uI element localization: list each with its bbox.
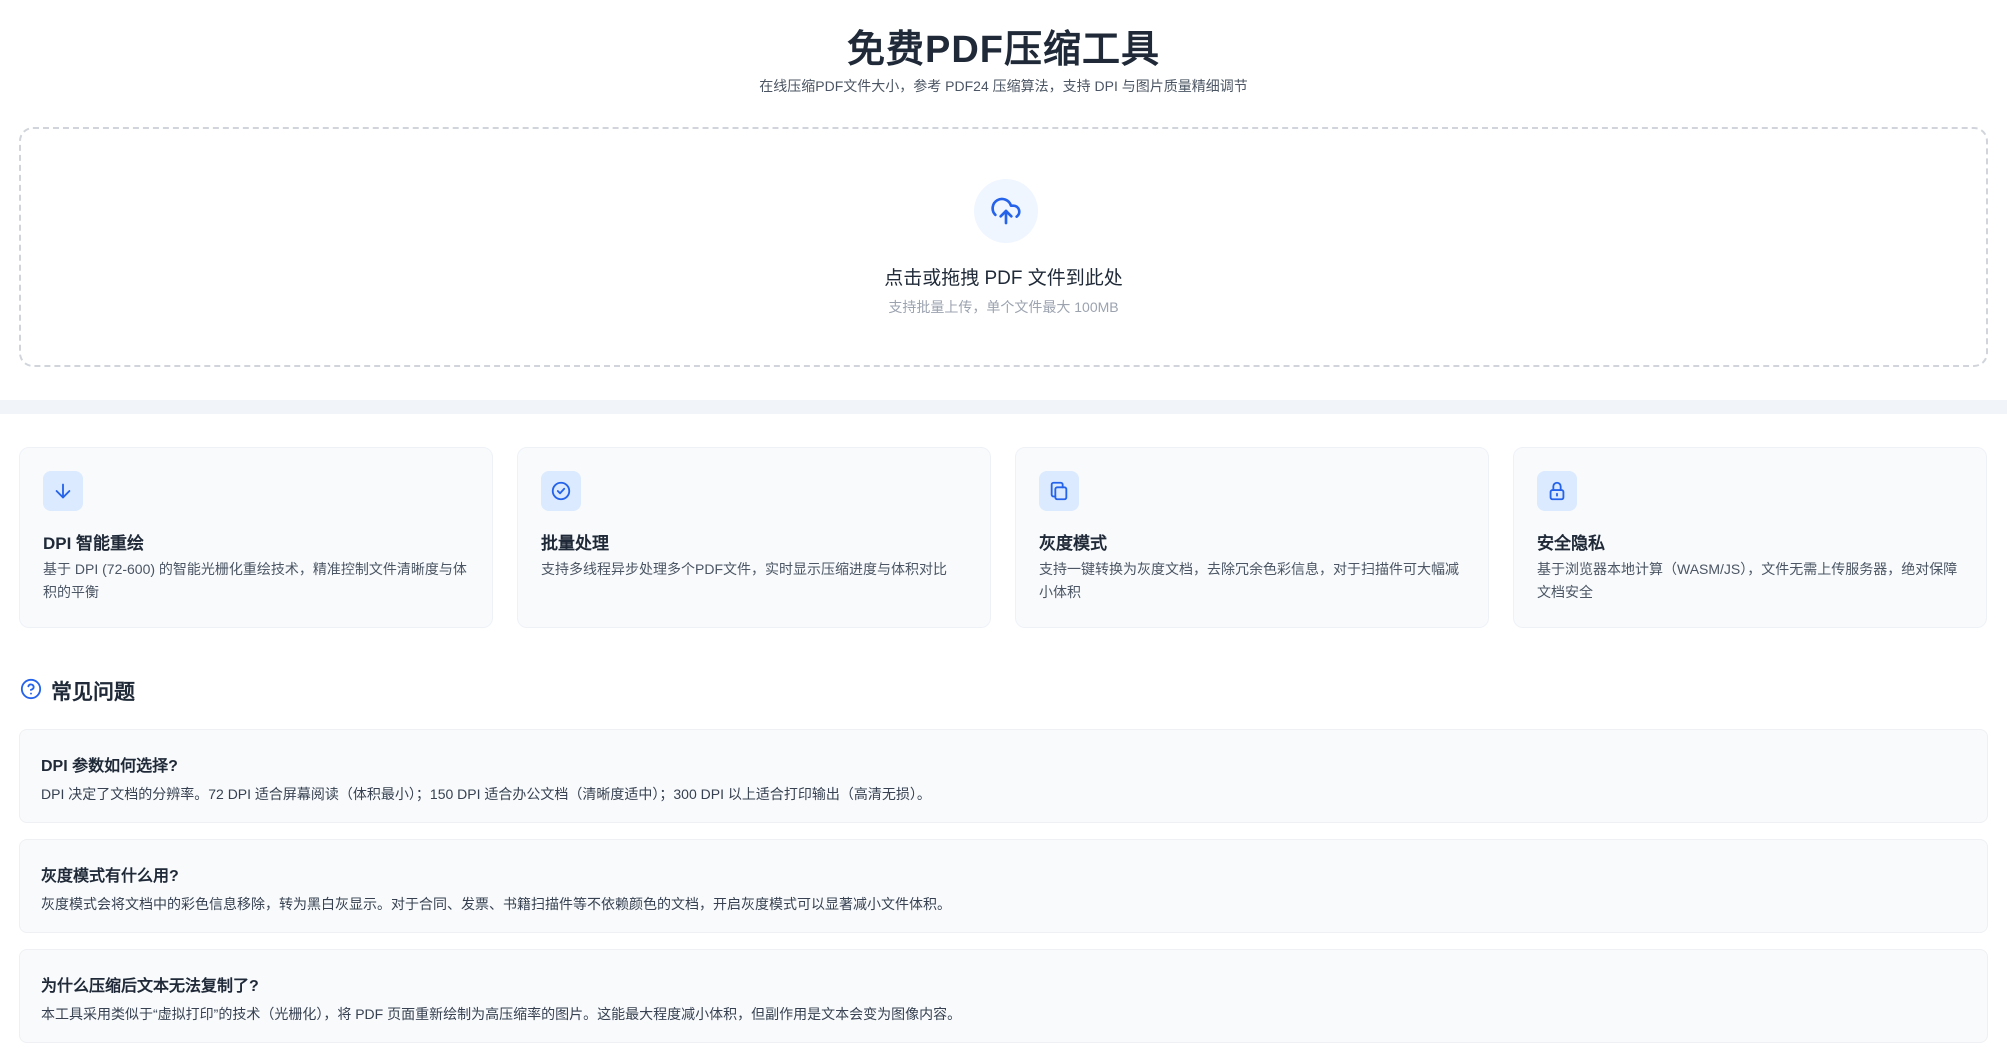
feature-desc: 基于浏览器本地计算（WASM/JS），文件无需上传服务器，绝对保障文档安全: [1537, 561, 1958, 600]
feature-card-dpi: DPI 智能重绘 基于 DPI (72-600) 的智能光栅化重绘技术，精准控制…: [19, 447, 493, 628]
feature-desc: 支持一键转换为灰度文档，去除冗余色彩信息，对于扫描件可大幅减小体积: [1039, 561, 1459, 600]
page-title: 免费PDF压缩工具: [846, 29, 1160, 71]
faq-answer: 本工具采用类似于“虚拟打印”的技术（光栅化），将 PDF 页面重新绘制为高压缩率…: [41, 1006, 962, 1022]
copy-icon: [1039, 471, 1079, 511]
section-divider: [0, 400, 2007, 414]
help-circle-icon: [20, 678, 42, 705]
faq-item-dpi[interactable]: DPI 参数如何选择? DPI 决定了文档的分辨率。72 DPI 适合屏幕阅读（…: [19, 729, 1988, 823]
feature-card-grayscale: 灰度模式 支持一键转换为灰度文档，去除冗余色彩信息，对于扫描件可大幅减小体积: [1015, 447, 1489, 628]
lock-icon: [1537, 471, 1577, 511]
faq-question: 为什么压缩后文本无法复制了?: [41, 978, 259, 995]
upload-dropzone[interactable]: 点击或拖拽 PDF 文件到此处 支持批量上传，单个文件最大 100MB: [19, 127, 1988, 367]
page-subtitle: 在线压缩PDF文件大小，参考 PDF24 压缩算法，支持 DPI 与图片质量精细…: [759, 78, 1248, 94]
cloud-upload-icon: [974, 179, 1038, 243]
faq-item-text-copy[interactable]: 为什么压缩后文本无法复制了? 本工具采用类似于“虚拟打印”的技术（光栅化），将 …: [19, 949, 1988, 1043]
feature-card-batch: 批量处理 支持多线程异步处理多个PDF文件，实时显示压缩进度与体积对比: [517, 447, 991, 628]
faq-answer: 灰度模式会将文档中的彩色信息移除，转为黑白灰显示。对于合同、发票、书籍扫描件等不…: [41, 896, 951, 912]
feature-title: DPI 智能重绘: [43, 534, 145, 553]
dropzone-title: 点击或拖拽 PDF 文件到此处: [884, 268, 1123, 289]
feature-title: 批量处理: [541, 534, 609, 553]
check-circle-icon: [541, 471, 581, 511]
dropzone-hint: 支持批量上传，单个文件最大 100MB: [888, 299, 1119, 315]
feature-desc: 基于 DPI (72-600) 的智能光栅化重绘技术，精准控制文件清晰度与体积的…: [43, 561, 467, 600]
faq-answer: DPI 决定了文档的分辨率。72 DPI 适合屏幕阅读（体积最小）；150 DP…: [41, 786, 931, 802]
hero-section: 免费PDF压缩工具 在线压缩PDF文件大小，参考 PDF24 压缩算法，支持 D…: [0, 0, 2007, 400]
feature-desc: 支持多线程异步处理多个PDF文件，实时显示压缩进度与体积对比: [541, 561, 947, 577]
faq-item-grayscale[interactable]: 灰度模式有什么用? 灰度模式会将文档中的彩色信息移除，转为黑白灰显示。对于合同、…: [19, 839, 1988, 933]
faq-question: 灰度模式有什么用?: [41, 868, 179, 885]
feature-title: 灰度模式: [1039, 534, 1107, 553]
feature-card-privacy: 安全隐私 基于浏览器本地计算（WASM/JS），文件无需上传服务器，绝对保障文档…: [1513, 447, 1987, 628]
faq-heading: 常见问题: [20, 677, 135, 705]
faq-question: DPI 参数如何选择?: [41, 758, 178, 775]
faq-heading-text: 常见问题: [51, 681, 135, 704]
feature-title: 安全隐私: [1537, 534, 1605, 553]
arrow-down-icon: [43, 471, 83, 511]
